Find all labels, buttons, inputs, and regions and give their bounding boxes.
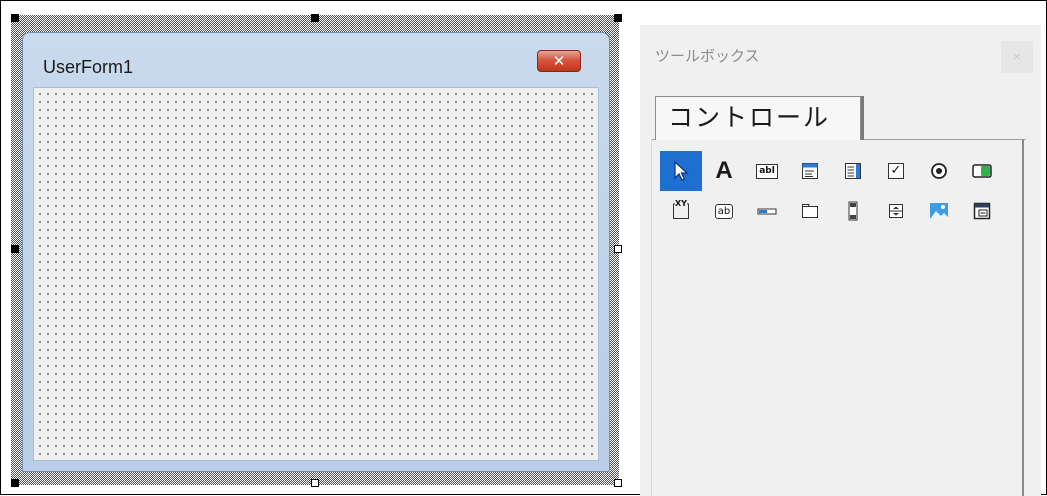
optionbutton-tool[interactable]: [918, 151, 960, 191]
commandbutton-tool[interactable]: ab: [703, 191, 745, 231]
frame-xy-icon: XY: [672, 199, 690, 220]
panel-border-right: [1022, 139, 1024, 496]
frame-tool[interactable]: XY: [660, 191, 702, 231]
tab-shadow: [861, 96, 864, 140]
combobox-icon: [801, 162, 819, 180]
close-icon: ✕: [552, 52, 566, 70]
label-tool[interactable]: A: [703, 151, 745, 191]
spinbutton-tool[interactable]: [875, 191, 917, 231]
tabstrip-tool[interactable]: [746, 191, 788, 231]
textbox-abl-icon: abl: [756, 163, 778, 179]
multipage-icon: [801, 203, 819, 219]
option-button-icon: [930, 162, 948, 180]
toolbox-panel: ツールボックス × コントロール A abl ✓ XY ab: [640, 25, 1041, 496]
refedit-tool[interactable]: [961, 191, 1003, 231]
command-button-ab-icon: ab: [714, 203, 734, 219]
scrollbar-icon: [848, 201, 858, 221]
resize-handle-bottom[interactable]: [311, 479, 319, 487]
refedit-icon: [973, 202, 991, 220]
spinbutton-icon: [888, 203, 904, 219]
pointer-arrow-icon: [671, 160, 691, 182]
resize-handle-top: [311, 14, 319, 22]
close-icon: ×: [1012, 50, 1022, 63]
resize-handle-top-right: [614, 14, 622, 22]
toolbox-controls-grid: A abl ✓ XY ab: [660, 151, 1020, 231]
image-picture-icon: [929, 202, 949, 220]
toolbox-close-button[interactable]: ×: [1001, 41, 1033, 73]
tabstrip-icon: [757, 205, 777, 217]
toolbox-title: ツールボックス: [655, 47, 760, 65]
label-a-icon: A: [715, 157, 733, 184]
checkbox-tool[interactable]: ✓: [875, 151, 917, 191]
multipage-tool[interactable]: [789, 191, 831, 231]
toggle-button-icon: [972, 163, 992, 179]
userform-title: UserForm1: [43, 57, 134, 77]
userform-design-grid[interactable]: [33, 87, 599, 461]
tab-controls[interactable]: コントロール: [655, 96, 861, 140]
designer-window: UserForm1 ✕ ツールボックス × コントロール A abl ✓ XY …: [0, 0, 1047, 496]
checkbox-icon: ✓: [888, 163, 904, 179]
textbox-tool[interactable]: abl: [746, 151, 788, 191]
resize-handle-right[interactable]: [614, 245, 622, 253]
listbox-tool[interactable]: [832, 151, 874, 191]
tab-label: コントロール: [668, 103, 831, 132]
listbox-icon: [844, 162, 862, 180]
resize-handle-top-left: [11, 14, 19, 22]
userform-close-button[interactable]: ✕: [537, 50, 581, 72]
resize-handle-bottom-left: [11, 479, 19, 487]
resize-handle-left: [11, 245, 19, 253]
panel-border-left: [651, 139, 652, 496]
select-objects-tool[interactable]: [660, 151, 702, 191]
userform-window[interactable]: UserForm1 ✕: [22, 32, 610, 472]
scrollbar-tool[interactable]: [832, 191, 874, 231]
resize-handle-bottom-right[interactable]: [614, 479, 622, 487]
togglebutton-tool[interactable]: [961, 151, 1003, 191]
combobox-tool[interactable]: [789, 151, 831, 191]
image-tool[interactable]: [918, 191, 960, 231]
